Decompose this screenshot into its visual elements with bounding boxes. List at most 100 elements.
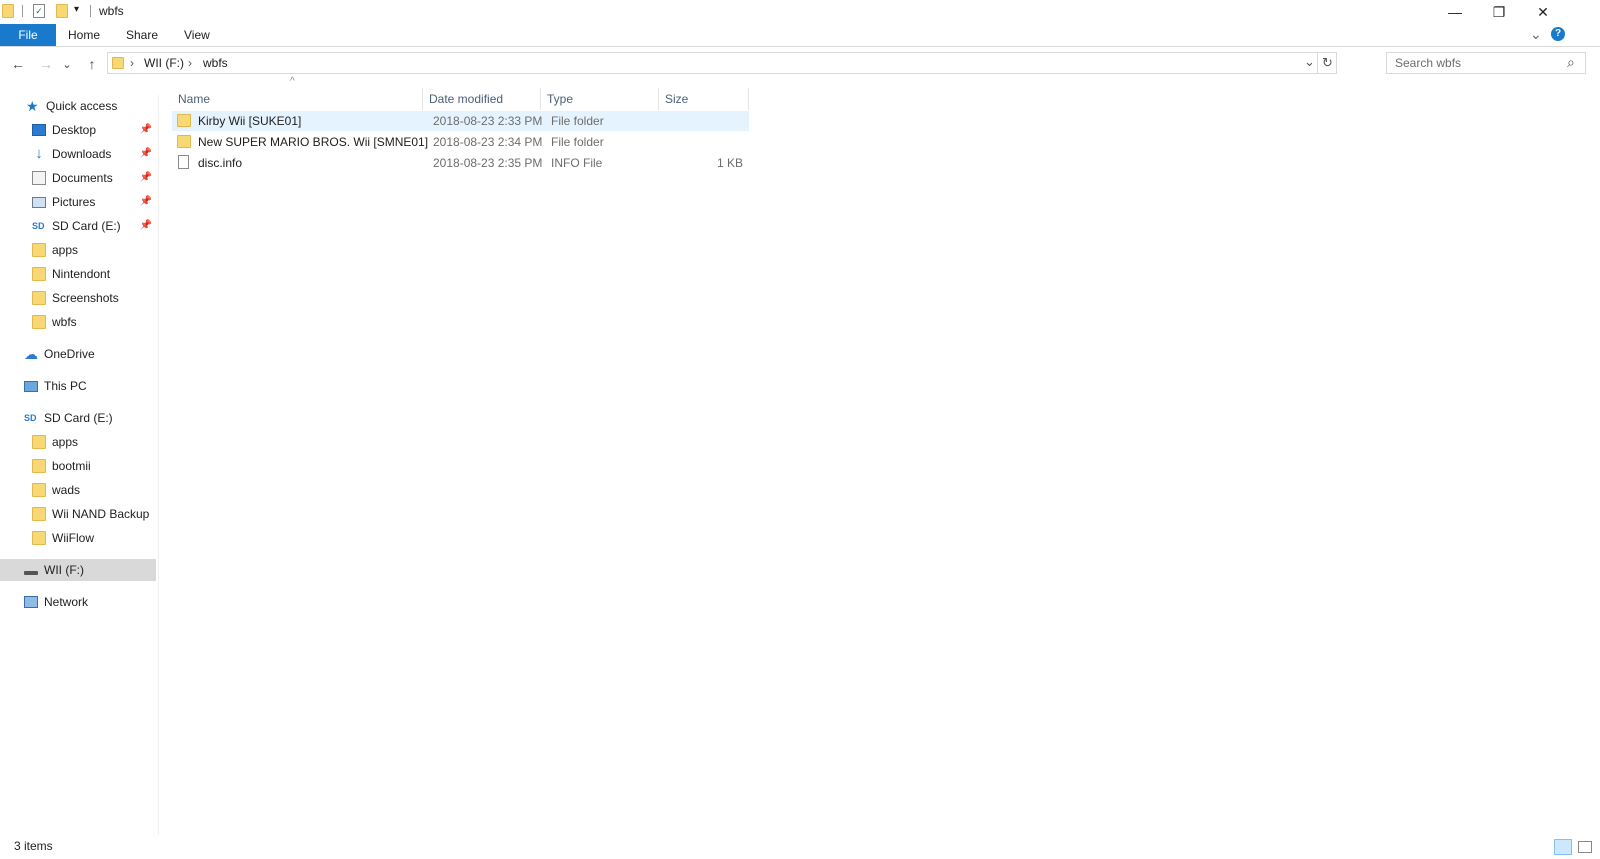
nav-nintendont[interactable]: Nintendont (0, 263, 156, 285)
nav-pictures[interactable]: Pictures 📌 (0, 191, 156, 213)
nav-label: Quick access (46, 99, 118, 113)
large-icons-view-icon[interactable] (1578, 841, 1592, 853)
nav-network[interactable]: Network (0, 591, 156, 613)
forward-button[interactable]: → (36, 55, 56, 73)
star-icon: ★ (26, 98, 39, 114)
search-placeholder: Search wbfs (1395, 56, 1462, 70)
nav-sd-wads[interactable]: wads (0, 479, 156, 501)
file-row[interactable]: New SUPER MARIO BROS. Wii [SMNE01] 2018-… (172, 132, 749, 152)
column-header-size[interactable]: Size (659, 88, 749, 110)
nav-label: This PC (44, 379, 87, 393)
nav-label: Downloads (52, 147, 112, 161)
pin-icon: 📌 (139, 196, 152, 207)
downloads-icon: ↓ (35, 145, 43, 162)
nav-sd-apps[interactable]: apps (0, 431, 156, 453)
nav-label: SD Card (E:) (44, 411, 113, 425)
folder-icon (2, 4, 14, 18)
folder-icon (32, 507, 46, 521)
title-bar: ✓ ▾ wbfs — ❐ ✕ (0, 0, 1600, 24)
folder-icon (32, 435, 46, 449)
nav-wii-drive[interactable]: WII (F:) (0, 559, 156, 581)
nav-desktop[interactable]: Desktop 📌 (0, 119, 156, 141)
help-icon[interactable]: ? (1551, 27, 1565, 41)
nav-sd-card[interactable]: SD SD Card (E:) (0, 407, 156, 429)
window-title: wbfs (99, 4, 124, 18)
nav-label: wbfs (52, 315, 77, 329)
nav-label: Network (44, 595, 89, 609)
sd-card-icon: SD (24, 413, 37, 423)
folder-icon (32, 459, 46, 473)
refresh-icon[interactable]: ↻ (1322, 55, 1333, 71)
pin-icon: 📌 (139, 124, 152, 135)
nav-documents[interactable]: Documents 📌 (0, 167, 156, 189)
minimize-button[interactable]: — (1432, 0, 1478, 24)
expand-ribbon-icon[interactable]: ⌄ (1530, 26, 1542, 43)
nav-sd-bootmii[interactable]: bootmii (0, 455, 156, 477)
nav-onedrive[interactable]: ☁ OneDrive (0, 343, 156, 365)
nav-downloads[interactable]: ↓ Downloads 📌 (0, 143, 156, 165)
nav-sd-wii-nand-backup[interactable]: Wii NAND Backup (0, 503, 156, 525)
nav-sd-wiiflow[interactable]: WiiFlow (0, 527, 156, 549)
tab-file[interactable]: File (0, 24, 56, 46)
breadcrumb-wii-drive[interactable]: WII (F:) (144, 56, 184, 70)
folder-icon (32, 483, 46, 497)
divider (22, 5, 23, 17)
divider (1317, 53, 1318, 73)
new-folder-icon[interactable] (56, 4, 68, 18)
file-size (669, 111, 743, 131)
ribbon: File Home Share View ⌄ ? (0, 24, 1600, 47)
nav-label: OneDrive (44, 347, 95, 361)
file-date: 2018-08-23 2:34 PM (433, 135, 543, 149)
column-header-date-modified[interactable]: Date modified (423, 88, 541, 110)
properties-icon[interactable]: ✓ (33, 4, 45, 18)
pictures-icon (32, 196, 46, 208)
search-icon[interactable]: ⌕ (1567, 54, 1575, 71)
back-button[interactable]: ← (8, 55, 28, 73)
nav-screenshots[interactable]: Screenshots (0, 287, 156, 309)
divider (90, 5, 91, 17)
breadcrumb-separator[interactable]: › (188, 56, 192, 70)
address-bar[interactable]: › WII (F:) › wbfs ⌄ ↻ (107, 52, 1337, 74)
nav-wbfs[interactable]: wbfs (0, 311, 156, 333)
nav-label: Screenshots (52, 291, 119, 305)
tab-share[interactable]: Share (116, 24, 168, 46)
recent-locations-button[interactable]: ⌄ (60, 55, 74, 73)
folder-icon (112, 57, 124, 69)
nav-apps-quick[interactable]: apps (0, 239, 156, 261)
folder-icon (32, 315, 46, 329)
tab-home[interactable]: Home (58, 24, 110, 46)
up-button[interactable]: ↑ (82, 55, 102, 73)
close-button[interactable]: ✕ (1520, 0, 1566, 24)
tab-view[interactable]: View (174, 24, 220, 46)
file-row[interactable]: Kirby Wii [SUKE01] 2018-08-23 2:33 PM Fi… (172, 111, 749, 131)
nav-this-pc[interactable]: This PC (0, 375, 156, 397)
nav-label: wads (52, 483, 81, 497)
file-icon (178, 155, 189, 169)
nav-label: apps (52, 243, 79, 257)
pin-icon: 📌 (139, 148, 152, 159)
nav-label: Wii NAND Backup (52, 507, 150, 521)
sd-card-icon: SD (32, 221, 45, 231)
folder-icon (177, 135, 191, 148)
column-header-type[interactable]: Type (541, 88, 659, 110)
file-row[interactable]: disc.info 2018-08-23 2:35 PM INFO File 1… (172, 153, 749, 173)
nav-sd-card-quick[interactable]: SD SD Card (E:) 📌 (0, 215, 156, 237)
breadcrumb-separator[interactable]: › (130, 56, 134, 70)
nav-label: Pictures (52, 195, 96, 209)
search-input[interactable]: Search wbfs ⌕ (1386, 52, 1586, 74)
nav-label: WiiFlow (52, 531, 94, 545)
maximize-button[interactable]: ❐ (1476, 0, 1522, 24)
breadcrumb-wbfs[interactable]: wbfs (203, 56, 228, 70)
status-bar: 3 items (0, 835, 1600, 859)
nav-label: Documents (52, 171, 113, 185)
nav-label: WII (F:) (44, 563, 84, 577)
address-dropdown-icon[interactable]: ⌄ (1304, 54, 1315, 70)
nav-quick-access[interactable]: ★ Quick access (0, 95, 156, 117)
folder-icon (32, 243, 46, 257)
customize-quick-access-icon[interactable]: ▾ (74, 4, 79, 15)
nav-label: SD Card (E:) (52, 219, 121, 233)
details-view-icon[interactable] (1554, 839, 1572, 855)
column-header-name[interactable]: Name (172, 88, 423, 110)
file-date: 2018-08-23 2:33 PM (433, 114, 543, 128)
drive-icon (24, 571, 38, 575)
